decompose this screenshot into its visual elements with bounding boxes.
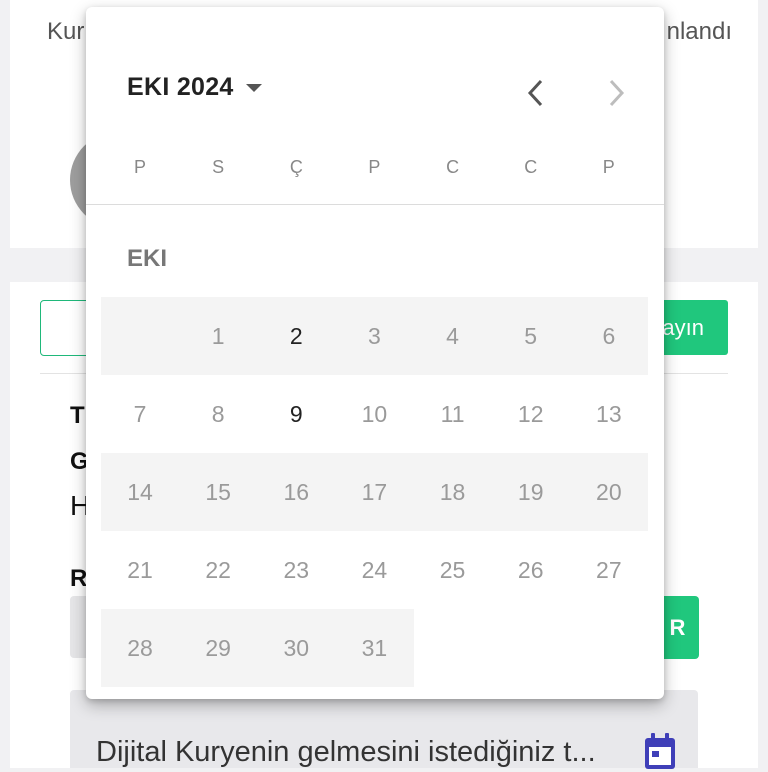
week-row: 28 29 30 31: [101, 609, 648, 687]
day-cell[interactable]: 13: [570, 375, 648, 453]
weekday-label: C: [446, 157, 460, 177]
weekday-label: S: [212, 157, 225, 177]
day-cell[interactable]: 16: [257, 453, 335, 531]
weekday-label: P: [602, 157, 615, 177]
day-cell[interactable]: 24: [335, 531, 413, 609]
week-row: 7 8 9 10 11 12 13: [101, 375, 648, 453]
apply-button-label: ayın: [662, 314, 704, 340]
day-cell[interactable]: 18: [414, 453, 492, 531]
day-cell[interactable]: 12: [492, 375, 570, 453]
day-cell[interactable]: 10: [335, 375, 413, 453]
day-cell[interactable]: 19: [492, 453, 570, 531]
date-picker-popup: EKI 2024 P S Ç P C C P EKI 1 2 3 4 5 6 7 8 9 10 11…: [86, 7, 664, 699]
day-cell[interactable]: 4: [414, 297, 492, 375]
submit-button-label: R: [669, 614, 686, 640]
delivery-date-field[interactable]: Dijital Kuryenin gelmesini istediğiniz t…: [70, 690, 698, 769]
next-month-button[interactable]: [596, 73, 636, 113]
week-row: 14 15 16 17 18 19 20: [101, 453, 648, 531]
day-cell[interactable]: 21: [101, 531, 179, 609]
day-cell[interactable]: 25: [414, 531, 492, 609]
day-cell[interactable]: 29: [179, 609, 257, 687]
picker-divider: [86, 204, 664, 205]
day-cell[interactable]: 9: [257, 375, 335, 453]
month-label: EKI: [127, 245, 168, 272]
day-cell[interactable]: 27: [570, 531, 648, 609]
weekday-label: C: [524, 157, 538, 177]
day-cell[interactable]: 11: [414, 375, 492, 453]
weekday-header: P S Ç P C C P: [101, 157, 648, 178]
month-year-label: EKI 2024: [127, 73, 234, 101]
delivery-date-placeholder: Dijital Kuryenin gelmesini istediğiniz t…: [96, 736, 596, 768]
week-row: 21 22 23 24 25 26 27: [101, 531, 648, 609]
day-cell[interactable]: 30: [257, 609, 335, 687]
weekday-label: Ç: [289, 157, 303, 177]
day-cell[interactable]: 22: [179, 531, 257, 609]
caret-down-icon: [245, 83, 262, 92]
day-cell[interactable]: 15: [179, 453, 257, 531]
header-text-left: Kur: [47, 18, 85, 45]
day-cell[interactable]: 6: [570, 297, 648, 375]
day-cell[interactable]: 5: [492, 297, 570, 375]
chevron-right-icon: [609, 79, 625, 107]
day-cell[interactable]: 8: [179, 375, 257, 453]
weekday-label: P: [368, 157, 381, 177]
day-cell[interactable]: 1: [179, 297, 257, 375]
day-cell[interactable]: 17: [335, 453, 413, 531]
day-grid: 1 2 3 4 5 6 7 8 9 10 11 12 13 14 15 16 17 18 19 20 21 22 23 24 2…: [101, 297, 648, 687]
day-cell[interactable]: 26: [492, 531, 570, 609]
header-text-right: nlandı: [666, 18, 732, 45]
day-cell[interactable]: 14: [101, 453, 179, 531]
day-cell[interactable]: 28: [101, 609, 179, 687]
day-cell[interactable]: 23: [257, 531, 335, 609]
day-cell[interactable]: 7: [101, 375, 179, 453]
week-row: 123456: [101, 297, 648, 375]
month-year-selector[interactable]: EKI 2024: [127, 73, 262, 102]
day-cell[interactable]: 2: [257, 297, 335, 375]
form-label-t: T: [70, 402, 85, 429]
form-label-r: R: [70, 565, 88, 592]
chevron-left-icon: [527, 79, 543, 107]
day-cell[interactable]: 20: [570, 453, 648, 531]
calendar-icon[interactable]: [642, 732, 678, 772]
day-cell[interactable]: 31: [335, 609, 413, 687]
day-cell[interactable]: 3: [335, 297, 413, 375]
previous-month-button[interactable]: [516, 73, 556, 113]
weekday-label: P: [134, 157, 147, 177]
